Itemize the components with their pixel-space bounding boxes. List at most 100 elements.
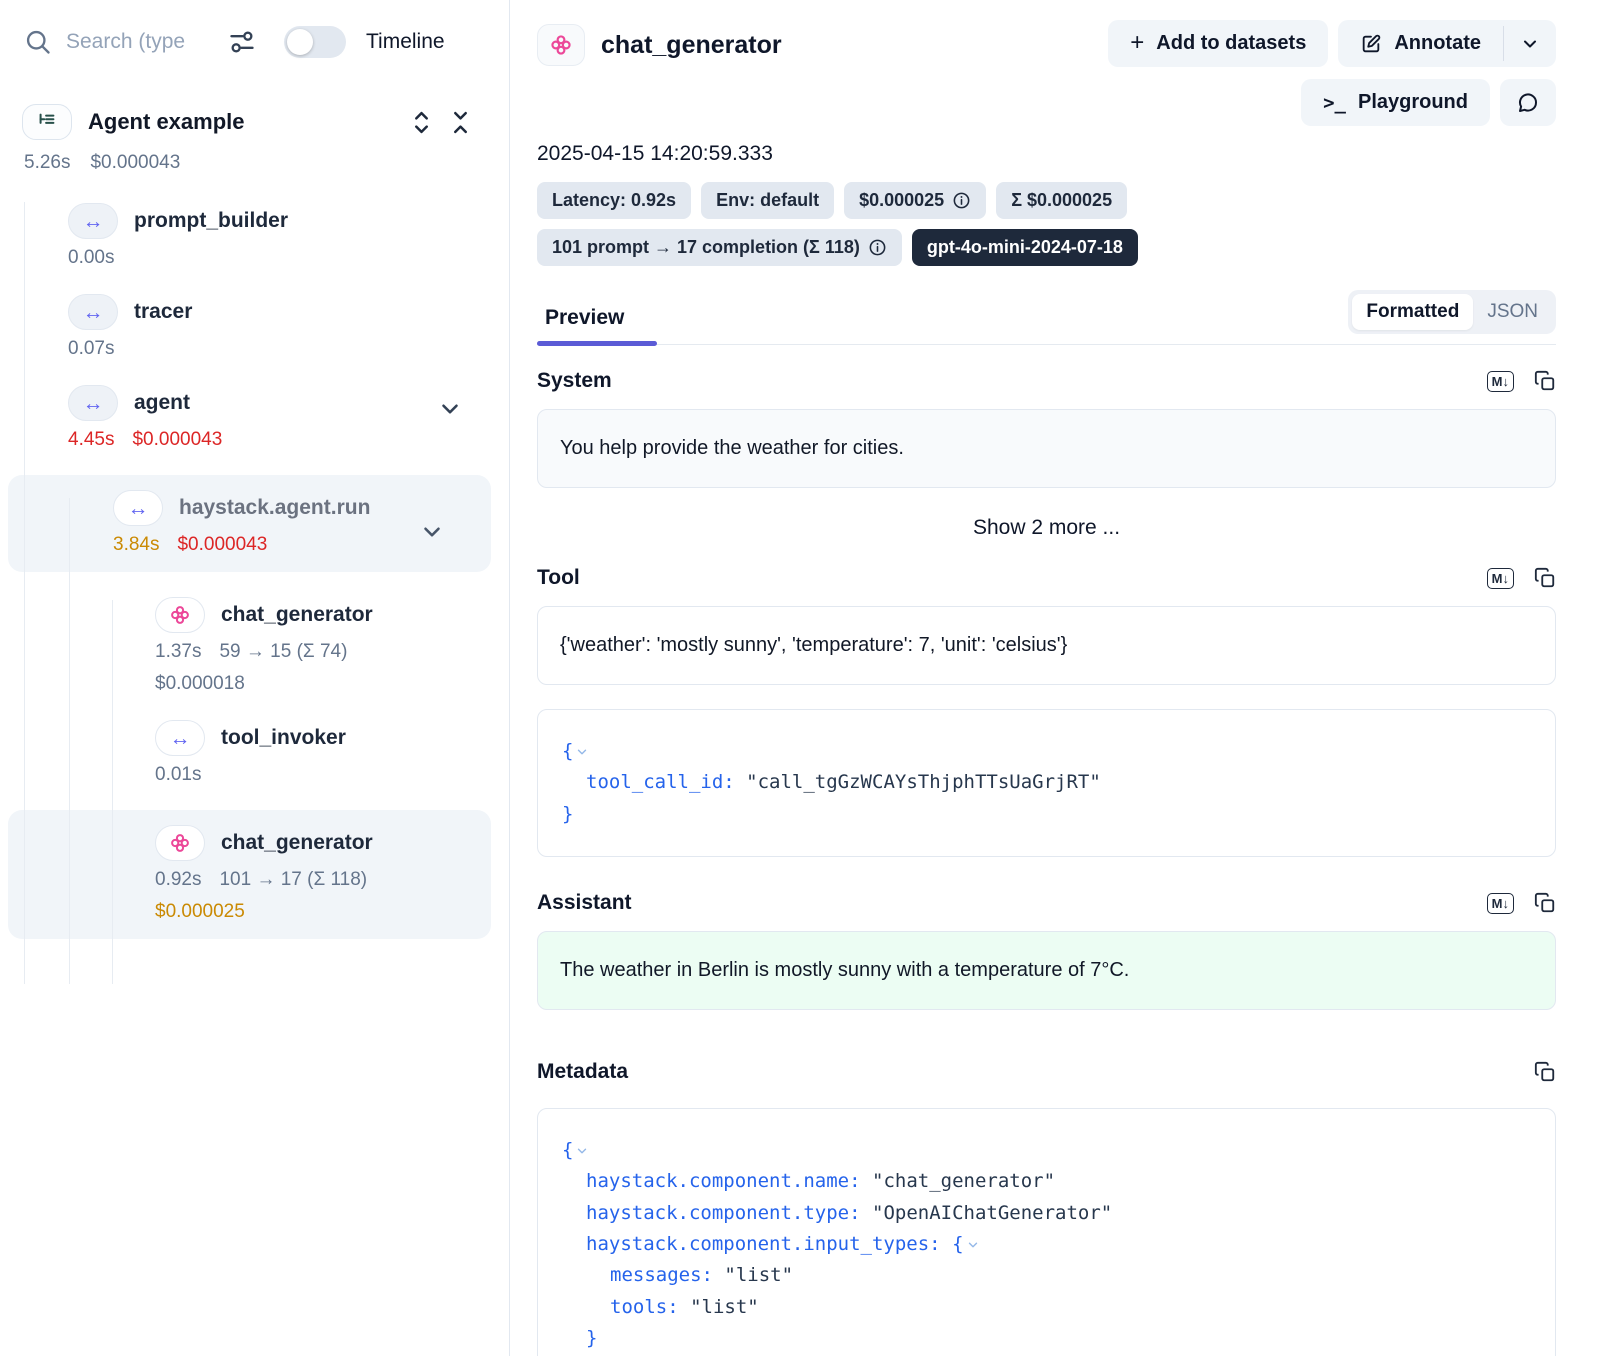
- timeline-toggle[interactable]: [284, 26, 346, 58]
- trace-title: Agent example: [88, 109, 393, 135]
- node-cost: $0.000043: [132, 429, 222, 451]
- chevron-down-icon: [1520, 34, 1540, 54]
- json-key: haystack.component.input_types:: [586, 1233, 941, 1255]
- span-icon: ↔: [83, 211, 104, 232]
- json-value: "list": [690, 1296, 759, 1318]
- info-icon[interactable]: [952, 191, 971, 210]
- model-badge: gpt-4o-mini-2024-07-18: [912, 229, 1138, 266]
- markdown-toggle-icon[interactable]: M↓: [1487, 893, 1514, 914]
- generation-type-badge: [155, 825, 205, 861]
- generation-type-badge: [537, 24, 585, 66]
- cost-badge: $0.000025: [844, 182, 986, 219]
- collapse-chevron-icon[interactable]: [575, 745, 589, 759]
- active-tab-indicator: [537, 341, 657, 346]
- trace-root-row[interactable]: Agent example: [22, 104, 489, 140]
- tree-node-prompt-builder[interactable]: ↔ prompt_builder 0.00s: [0, 202, 509, 269]
- markdown-toggle-icon[interactable]: M↓: [1487, 371, 1514, 392]
- trace-duration: 5.26s: [24, 152, 70, 174]
- node-label: tool_invoker: [221, 726, 346, 750]
- tool-call-json-box: { tool_call_id: "call_tgGzWCAYsThjphTTsU…: [537, 709, 1556, 857]
- tab-bar: Preview Formatted JSON: [537, 290, 1556, 345]
- node-duration: 4.45s: [68, 429, 114, 451]
- annotate-dropdown-button[interactable]: [1504, 20, 1556, 67]
- search-row: Timeline: [0, 0, 509, 58]
- env-badge: Env: default: [701, 182, 834, 219]
- copy-icon[interactable]: [1534, 892, 1556, 914]
- expand-all-icon[interactable]: [409, 110, 434, 135]
- tree-node-tool-invoker[interactable]: ↔ tool_invoker 0.01s: [0, 719, 509, 786]
- tool-message-box: {'weather': 'mostly sunny', 'temperature…: [537, 606, 1556, 685]
- span-tree: ↔ prompt_builder 0.00s ↔ tracer 0.07s ↔ …: [0, 202, 509, 939]
- generation-pinwheel-icon: [168, 831, 192, 855]
- copy-icon[interactable]: [1534, 370, 1556, 392]
- trace-tree-sidebar: Timeline Agent example 5.26s $0.000043 ↔: [0, 0, 510, 1356]
- pen-square-icon: [1360, 33, 1382, 55]
- annotate-button-group: Annotate: [1338, 20, 1556, 67]
- generation-pinwheel-icon: [168, 603, 192, 627]
- node-label: agent: [134, 391, 190, 415]
- token-usage-badge: 101 prompt → 17 completion (Σ 118): [537, 229, 902, 266]
- annotate-button[interactable]: Annotate: [1338, 20, 1503, 67]
- span-icon: ↔: [128, 498, 149, 519]
- format-option-json[interactable]: JSON: [1473, 294, 1552, 330]
- tree-node-tracer[interactable]: ↔ tracer 0.07s: [0, 293, 509, 360]
- span-icon: ↔: [83, 393, 104, 414]
- node-duration: 3.84s: [113, 534, 159, 556]
- node-cost: $0.000018: [155, 673, 509, 695]
- node-duration: 0.07s: [68, 338, 114, 360]
- json-key: tools:: [610, 1296, 679, 1318]
- format-option-formatted[interactable]: Formatted: [1352, 294, 1473, 330]
- tab-preview[interactable]: Preview: [537, 306, 630, 344]
- node-label: chat_generator: [221, 831, 373, 855]
- section-title-system: System: [537, 369, 612, 393]
- add-to-datasets-button[interactable]: + Add to datasets: [1108, 20, 1328, 67]
- assistant-message-box: The weather in Berlin is mostly sunny wi…: [537, 931, 1556, 1010]
- observation-timestamp: 2025-04-15 14:20:59.333: [537, 142, 1556, 166]
- playground-button[interactable]: >_ Playground: [1301, 79, 1490, 126]
- trace-cost: $0.000043: [90, 152, 180, 174]
- collapse-chevron-icon[interactable]: [575, 1144, 589, 1158]
- section-title-tool: Tool: [537, 566, 580, 590]
- show-more-button[interactable]: Show 2 more ...: [537, 516, 1556, 540]
- json-key: tool_call_id:: [586, 771, 735, 793]
- copy-icon[interactable]: [1534, 1061, 1556, 1083]
- terminal-icon: >_: [1323, 92, 1346, 114]
- json-value: "OpenAIChatGenerator": [872, 1202, 1112, 1224]
- toggle-knob: [287, 29, 313, 55]
- info-icon[interactable]: [868, 238, 887, 257]
- node-duration: 0.92s: [155, 869, 201, 891]
- json-key: messages:: [610, 1264, 713, 1286]
- latency-badge: Latency: 0.92s: [537, 182, 691, 219]
- tree-node-agent[interactable]: ↔ agent 4.45s $0.000043: [0, 384, 509, 451]
- chevron-down-icon[interactable]: [419, 519, 445, 545]
- page-title: chat_generator: [601, 31, 782, 60]
- node-cost: $0.000025: [155, 901, 491, 923]
- list-tree-icon: [36, 111, 58, 133]
- section-title-assistant: Assistant: [537, 891, 632, 915]
- span-type-badge: ↔: [68, 203, 118, 239]
- node-tokens: 59 → 15 (Σ 74): [219, 641, 347, 663]
- generation-type-badge: [155, 597, 205, 633]
- plus-icon: +: [1130, 31, 1144, 55]
- tree-node-chat-generator-2-selected[interactable]: chat_generator 0.92s 101 → 17 (Σ 118) $0…: [8, 810, 491, 939]
- span-type-badge: ↔: [113, 490, 163, 526]
- comments-button[interactable]: [1500, 79, 1556, 126]
- collapse-all-icon[interactable]: [448, 110, 473, 135]
- tree-node-haystack-agent-run[interactable]: ↔ haystack.agent.run 3.84s $0.000043: [8, 475, 491, 572]
- copy-icon[interactable]: [1534, 567, 1556, 589]
- json-value: "list": [724, 1264, 793, 1286]
- span-icon: ↔: [170, 728, 191, 749]
- section-title-metadata: Metadata: [537, 1060, 628, 1084]
- search-icon: [24, 28, 52, 56]
- markdown-toggle-icon[interactable]: M↓: [1487, 568, 1514, 589]
- chevron-down-icon[interactable]: [437, 396, 463, 422]
- filter-settings-icon[interactable]: [228, 28, 256, 56]
- trace-meta: 5.26s $0.000043: [24, 152, 509, 174]
- json-value: "call_tgGzWCAYsThjphTTsUaGrjRT": [746, 771, 1101, 793]
- collapse-chevron-icon[interactable]: [966, 1238, 980, 1252]
- search-input[interactable]: [66, 30, 214, 54]
- node-label: prompt_builder: [134, 209, 288, 233]
- format-toggle: Formatted JSON: [1348, 290, 1556, 334]
- generation-pinwheel-icon: [548, 32, 574, 58]
- tree-node-chat-generator-1[interactable]: chat_generator 1.37s 59 → 15 (Σ 74) $0.0…: [0, 596, 509, 695]
